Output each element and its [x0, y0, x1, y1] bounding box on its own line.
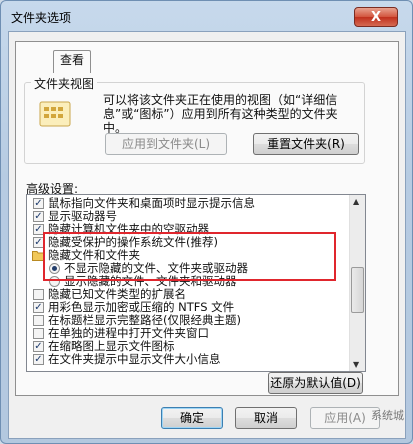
checkbox[interactable]: [33, 328, 44, 339]
cancel-label: 取消: [253, 411, 278, 425]
tab-view[interactable]: 查看: [53, 50, 92, 73]
checkbox[interactable]: ✓: [33, 354, 44, 365]
scrollbar-thumb[interactable]: [351, 267, 364, 313]
ok-label: 确定: [179, 411, 204, 425]
apply-label: 应用(A): [324, 411, 366, 425]
scroll-up-icon[interactable]: ▲: [353, 197, 359, 206]
folder-views-description: 可以将该文件夹正在使用的视图（如“详细信息”或“图标”）应用到所有这种类型的文件…: [103, 93, 338, 135]
checkbox[interactable]: ✓: [33, 211, 44, 222]
view-tab-panel: 文件夹视图 可以将该文件夹正在使用的视图（如“详细信息”或“图标”）应用到所有这…: [15, 41, 399, 396]
checkbox[interactable]: [33, 289, 44, 300]
restore-defaults-button[interactable]: 还原为默认值(D): [268, 372, 363, 394]
checkbox[interactable]: ✓: [33, 341, 44, 352]
watermark: 系统城: [371, 409, 404, 422]
ok-button[interactable]: 确定: [161, 407, 223, 429]
folder-views-group: 文件夹视图 可以将该文件夹正在使用的视图（如“详细信息”或“图标”）应用到所有这…: [24, 75, 365, 164]
apply-to-folders-label: 应用到文件夹(L): [121, 137, 211, 151]
window-title: 文件夹选项: [11, 11, 72, 25]
folder-options-window: 文件夹选项 X 常规 查看 搜索 文件夹视图 可以将该文: [0, 0, 413, 444]
close-button[interactable]: X: [354, 7, 398, 27]
folder-views-legend: 文件夹视图: [31, 75, 98, 92]
apply-button[interactable]: 应用(A): [310, 407, 380, 429]
reset-folders-button[interactable]: 重置文件夹(R): [253, 133, 359, 155]
checkbox[interactable]: ✓: [33, 198, 44, 209]
advanced-settings-list[interactable]: ✓ 鼠标指向文件夹和桌面项时显示提示信息 ✓ 显示驱动器号 ✓ 隐藏计算机文件夹…: [26, 194, 366, 372]
reset-folders-label: 重置文件夹(R): [267, 137, 345, 151]
checkbox[interactable]: [33, 315, 44, 326]
annotation-highlight-box: [43, 232, 336, 281]
tab-view-label: 查看: [60, 53, 85, 67]
restore-defaults-label: 还原为默认值(D): [270, 376, 361, 390]
checkbox[interactable]: ✓: [33, 302, 44, 313]
close-icon: X: [370, 10, 382, 25]
scroll-down-icon[interactable]: ▼: [353, 360, 359, 369]
vertical-scrollbar[interactable]: ▲ ▼: [349, 195, 365, 371]
cancel-button[interactable]: 取消: [235, 407, 297, 429]
apply-to-folders-button[interactable]: 应用到文件夹(L): [105, 133, 227, 155]
title-bar[interactable]: 文件夹选项 X: [1, 1, 412, 31]
list-item-label: 在文件夹提示中显示文件大小信息: [48, 352, 221, 366]
folder-views-icon: [39, 101, 71, 127]
